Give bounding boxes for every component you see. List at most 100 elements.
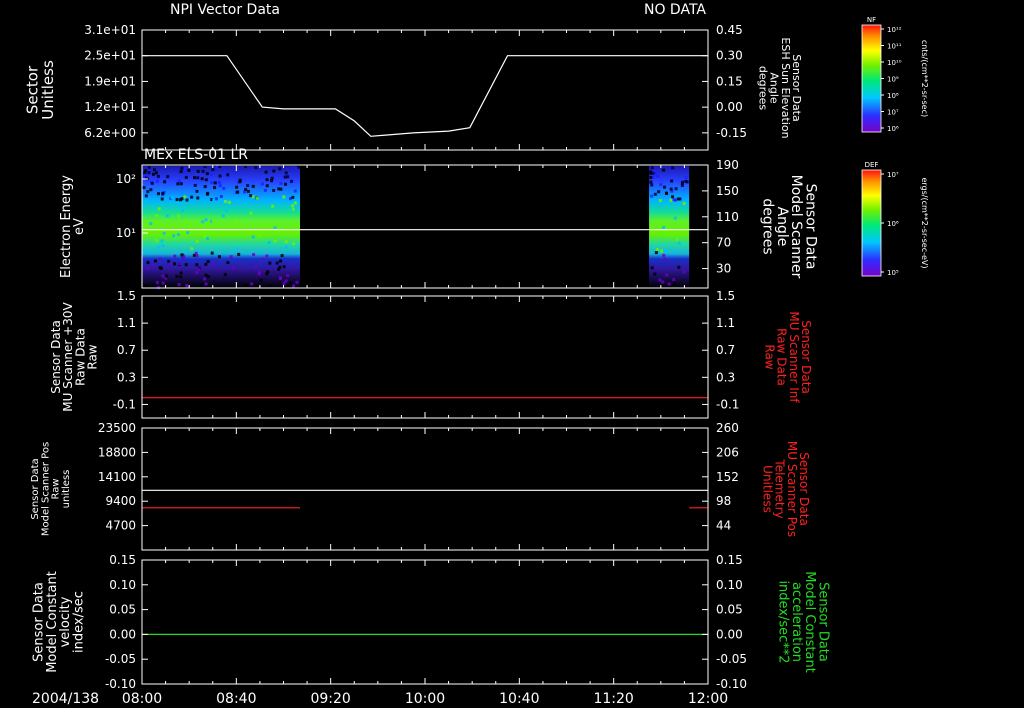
spectrogram-cell [159,266,163,270]
spectrogram-cell [180,166,184,170]
spectrogram-cell [147,171,151,175]
left-tick-label: -0.1 [113,397,136,411]
spectrogram-cell [213,186,217,190]
spectrogram-cell [204,273,208,277]
spectrogram-cell [660,249,664,253]
right-axis-label-line: Unitless [760,465,774,513]
spectrogram-cell [672,278,676,282]
spectrogram-cell [175,198,179,202]
time-tick-label: 12:00 [688,691,728,707]
left-tick-label: 10¹ [116,226,136,240]
spectrogram-cell [153,259,157,263]
spectrogram-cell [196,196,200,200]
spectrogram-cell [259,278,263,282]
spectrogram-cell [273,239,277,243]
spectrogram-cell [257,230,261,234]
spectrogram-cell [280,254,284,258]
spectrogram-cell [283,182,287,186]
spectrogram-cell [237,252,241,256]
left-tick-label: 2.5e+01 [84,49,136,63]
left-tick-label: 0.00 [109,627,136,641]
spectrogram-cell [164,224,168,228]
spectrogram-cell [658,199,662,203]
spectrogram-cell [677,241,681,245]
spectrogram-cell [291,195,295,199]
spectrogram-cell [260,182,264,186]
time-tick-label: 10:40 [499,691,539,707]
spectrogram-cell [177,282,181,286]
spectrogram-cell [176,182,180,186]
spectrogram-cell [182,170,186,174]
right-tick-label: 260 [716,421,739,435]
spectrogram-cell [180,209,184,213]
spectrogram-cell [154,171,158,175]
left-axis-label: SectorUnitless [24,60,57,120]
spectrogram-cell [282,282,286,286]
spectrogram-cell [155,179,159,183]
spectrogram-cell [649,170,653,174]
spectrogram-cell [293,201,297,205]
spectrogram-cell [289,281,293,285]
spectrogram-cell [184,175,188,179]
spectrogram-cell [292,242,296,246]
spectrogram-cell [146,261,150,265]
spectrogram-cell [286,175,290,179]
left-tick-label: 1.2e+01 [84,100,136,114]
right-axis-label: Sensor DataMU Scanner PosTelemetryUnitle… [760,441,811,537]
spectrogram-cell [170,196,174,200]
spectrogram-cell [172,234,176,238]
spectrogram-cell [284,171,288,175]
spectrogram-cell [273,226,277,230]
spectrogram-cell [155,280,159,284]
right-tick-label: 0.15 [716,553,743,567]
spectrogram-cell [258,234,262,238]
spectrogram-cell [179,170,183,174]
spectrogram-cell [184,263,188,267]
left-axis-label: Electron EnergyeV [59,175,87,278]
right-tick-label: -0.15 [716,126,747,140]
spectrogram-cell [284,245,288,249]
colorbar-tick-label: 10⁹ [887,76,899,84]
spectrogram-cell [157,245,161,249]
spectrogram-cell [671,249,675,253]
spectrogram-cell [659,183,663,187]
spectrogram-cell [267,240,271,244]
spectrogram-cell [658,278,662,282]
spectrogram-cell [223,272,227,276]
spectrogram-cell [195,189,199,193]
spectrogram-cell [226,261,230,265]
spectrogram-cell [165,214,169,218]
spectrogram-cell [223,199,227,203]
spectrogram-cell [235,247,239,251]
colorbar-tick-label: 10⁸ [887,92,899,100]
spectrogram-cell [654,172,658,176]
spectrogram-cell [671,166,675,170]
spectrogram-cell [275,261,279,265]
right-tick-label: 152 [716,470,739,484]
spectrogram-cell [268,261,272,265]
time-tick-label: 08:00 [122,691,162,707]
spectrogram-cell [218,174,222,178]
spectrogram-cell [266,270,270,274]
spectrogram-cell [663,257,667,261]
spectrogram-cell [235,185,239,189]
spectrogram-cell [161,274,165,278]
panel-frame-5 [141,559,709,685]
spectrogram-cell [229,255,233,259]
spectrogram-cell [244,165,248,169]
spectrogram-cell [195,263,199,267]
spectrogram-cell [205,172,209,176]
spectrogram-cell [252,253,256,257]
spectrogram-cell [218,255,222,259]
spectrogram-cell [146,266,150,270]
spectrogram-cell [669,187,673,191]
left-tick-label: 0.10 [109,578,136,592]
spectrogram-cell [151,172,155,176]
spectrogram-cell [657,190,661,194]
spectrogram-cell [655,248,659,252]
spectrogram-cell [290,179,294,183]
spectrogram-cell [671,169,675,173]
left-tick-label: 14100 [98,470,136,484]
spectrogram-cell [269,284,273,288]
spectrogram-cell [196,169,200,173]
